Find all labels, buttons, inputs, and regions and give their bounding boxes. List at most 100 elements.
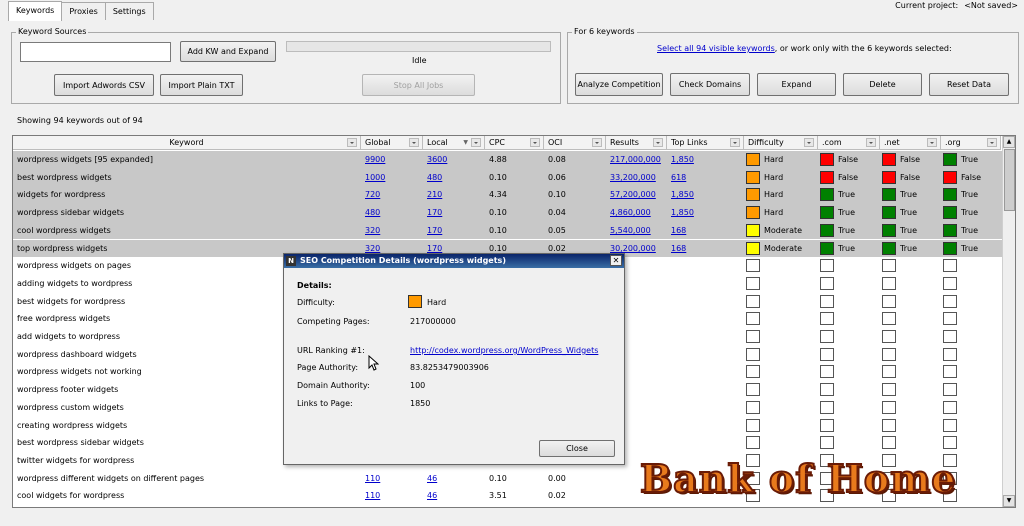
top-links-link[interactable]: 618 (671, 169, 686, 186)
global-volume-link[interactable]: 110 (365, 487, 380, 504)
expand-button[interactable]: Expand (757, 73, 836, 96)
local-volume-link[interactable]: 46 (427, 487, 437, 504)
column-header-oci[interactable]: OCI (544, 136, 606, 150)
keyword-cell: adding widgets to wordpress (17, 278, 133, 288)
oci-cell: 0.04 (548, 208, 566, 218)
domain-authority-value: 100 (410, 381, 426, 390)
keyword-cell: wordpress widgets [95 expanded] (17, 155, 153, 164)
column-header-keyword[interactable]: Keyword (13, 136, 361, 150)
difficulty-swatch (408, 295, 422, 308)
scroll-up-icon[interactable]: ▲ (1003, 136, 1015, 148)
filter-dropdown-icon[interactable] (804, 138, 814, 147)
scroll-thumb[interactable] (1004, 149, 1015, 211)
tab-proxies[interactable]: Proxies (61, 2, 106, 20)
org-availability-text: False (961, 172, 982, 182)
dialog-titlebar[interactable]: N SEO Competition Details (wordpress wid… (284, 254, 624, 268)
local-volume-link[interactable]: 480 (427, 169, 442, 186)
top-links-link[interactable]: 168 (671, 222, 686, 239)
url-ranking-link[interactable]: http://codex.wordpress.org/WordPress_Wid… (410, 346, 598, 355)
com-availability-text: True (838, 243, 855, 253)
org-availability-swatch (943, 347, 957, 361)
column-header-cpc[interactable]: CPC (485, 136, 544, 150)
dialog-close-icon[interactable]: ✕ (610, 255, 622, 266)
competing-pages-label: Competing Pages: (297, 317, 370, 326)
results-link[interactable]: 5,540,000 (610, 222, 651, 239)
results-link[interactable]: 57,200,000 (610, 186, 656, 203)
showing-count: Showing 94 keywords out of 94 (17, 116, 143, 125)
filter-dropdown-icon[interactable] (927, 138, 937, 147)
filter-dropdown-icon[interactable] (409, 138, 419, 147)
local-volume-link[interactable]: 210 (427, 186, 442, 203)
difficulty-swatch (746, 347, 760, 361)
filter-dropdown-icon[interactable] (653, 138, 663, 147)
filter-dropdown-icon[interactable] (987, 138, 997, 147)
results-link[interactable]: 33,200,000 (610, 169, 656, 186)
column-header-net[interactable]: .net (880, 136, 941, 150)
com-availability-swatch (820, 153, 834, 166)
analyze-competition-button[interactable]: Analyze Competition (575, 73, 663, 96)
top-links-link[interactable]: 168 (671, 240, 686, 257)
reset-data-button[interactable]: Reset Data (929, 73, 1009, 96)
com-availability-text: False (838, 155, 859, 164)
top-links-link[interactable]: 1,850 (671, 151, 694, 168)
check-domains-button[interactable]: Check Domains (670, 73, 750, 96)
table-row[interactable]: cool wordpress widgets 320 170 0.10 0.05 5,54… (13, 221, 1003, 240)
results-link[interactable]: 4,860,000 (610, 204, 651, 221)
delete-button[interactable]: Delete (843, 73, 922, 96)
import-adwords-csv-button[interactable]: Import Adwords CSV (54, 74, 154, 96)
column-header-label: OCI (548, 138, 563, 147)
import-plain-txt-button[interactable]: Import Plain TXT (160, 74, 243, 96)
results-link[interactable]: 217,000,000 (610, 151, 661, 168)
column-header-org[interactable]: .org (941, 136, 1001, 150)
tab-keywords[interactable]: Keywords (8, 1, 63, 21)
stop-all-jobs-button[interactable]: Stop All Jobs (362, 74, 475, 96)
oci-cell: 0.06 (548, 172, 566, 182)
keyword-input[interactable] (20, 42, 171, 62)
net-availability-swatch (882, 312, 896, 326)
select-all-visible-link[interactable]: Select all 94 visible keywords (657, 44, 775, 53)
filter-dropdown-icon[interactable] (471, 138, 481, 147)
filter-dropdown-icon[interactable] (347, 138, 357, 147)
scroll-down-icon[interactable]: ▼ (1003, 495, 1015, 507)
add-kw-expand-button[interactable]: Add KW and Expand (180, 41, 276, 62)
filter-dropdown-icon[interactable] (592, 138, 602, 147)
column-header-results[interactable]: Results (606, 136, 667, 150)
job-progress-bar (286, 41, 551, 52)
org-availability-swatch (943, 206, 957, 220)
top-links-link[interactable]: 1,850 (671, 186, 694, 203)
table-row[interactable]: wordpress widgets [95 expanded] 9900 3600 4… (13, 151, 1003, 169)
local-volume-link[interactable]: 170 (427, 204, 442, 221)
keyword-cell: best wordpress widgets (17, 172, 112, 182)
table-row[interactable]: widgets for wordpress 720 210 4.34 0.10 57,20… (13, 186, 1003, 205)
filter-dropdown-icon[interactable] (866, 138, 876, 147)
dialog-close-button[interactable]: Close (539, 440, 615, 457)
net-availability-text: True (900, 208, 917, 218)
global-volume-link[interactable]: 480 (365, 204, 380, 221)
net-availability-swatch (882, 383, 896, 397)
top-links-link[interactable]: 1,850 (671, 204, 694, 221)
local-volume-link[interactable]: 3600 (427, 151, 447, 168)
table-row[interactable]: wordpress sidebar widgets 480 170 0.10 0.04 4… (13, 204, 1003, 222)
column-header-local[interactable]: Local ▼ (423, 136, 485, 150)
global-volume-link[interactable]: 9900 (365, 151, 385, 168)
global-volume-link[interactable]: 720 (365, 186, 380, 203)
tab-settings[interactable]: Settings (104, 2, 154, 20)
global-volume-link[interactable]: 320 (365, 222, 380, 239)
oci-cell: 0.05 (548, 225, 566, 235)
column-header-top-links[interactable]: Top Links (667, 136, 744, 150)
local-volume-link[interactable]: 170 (427, 222, 442, 239)
local-volume-link[interactable]: 46 (427, 470, 437, 487)
difficulty-text: Hard (764, 155, 784, 164)
global-volume-link[interactable]: 110 (365, 470, 380, 487)
column-header-com[interactable]: .com (818, 136, 880, 150)
links-to-page-value: 1850 (410, 399, 431, 408)
table-row[interactable]: best wordpress widgets 1000 480 0.10 0.06 33,… (13, 168, 1003, 187)
filter-dropdown-icon[interactable] (530, 138, 540, 147)
global-volume-link[interactable]: 1000 (365, 169, 385, 186)
column-header-global[interactable]: Global (361, 136, 423, 150)
net-availability-swatch (882, 206, 896, 220)
filter-dropdown-icon[interactable] (730, 138, 740, 147)
vertical-scrollbar[interactable]: ▲ ▼ (1002, 136, 1015, 507)
column-header-label: CPC (489, 138, 505, 147)
column-header-difficulty[interactable]: Difficulty (744, 136, 818, 150)
